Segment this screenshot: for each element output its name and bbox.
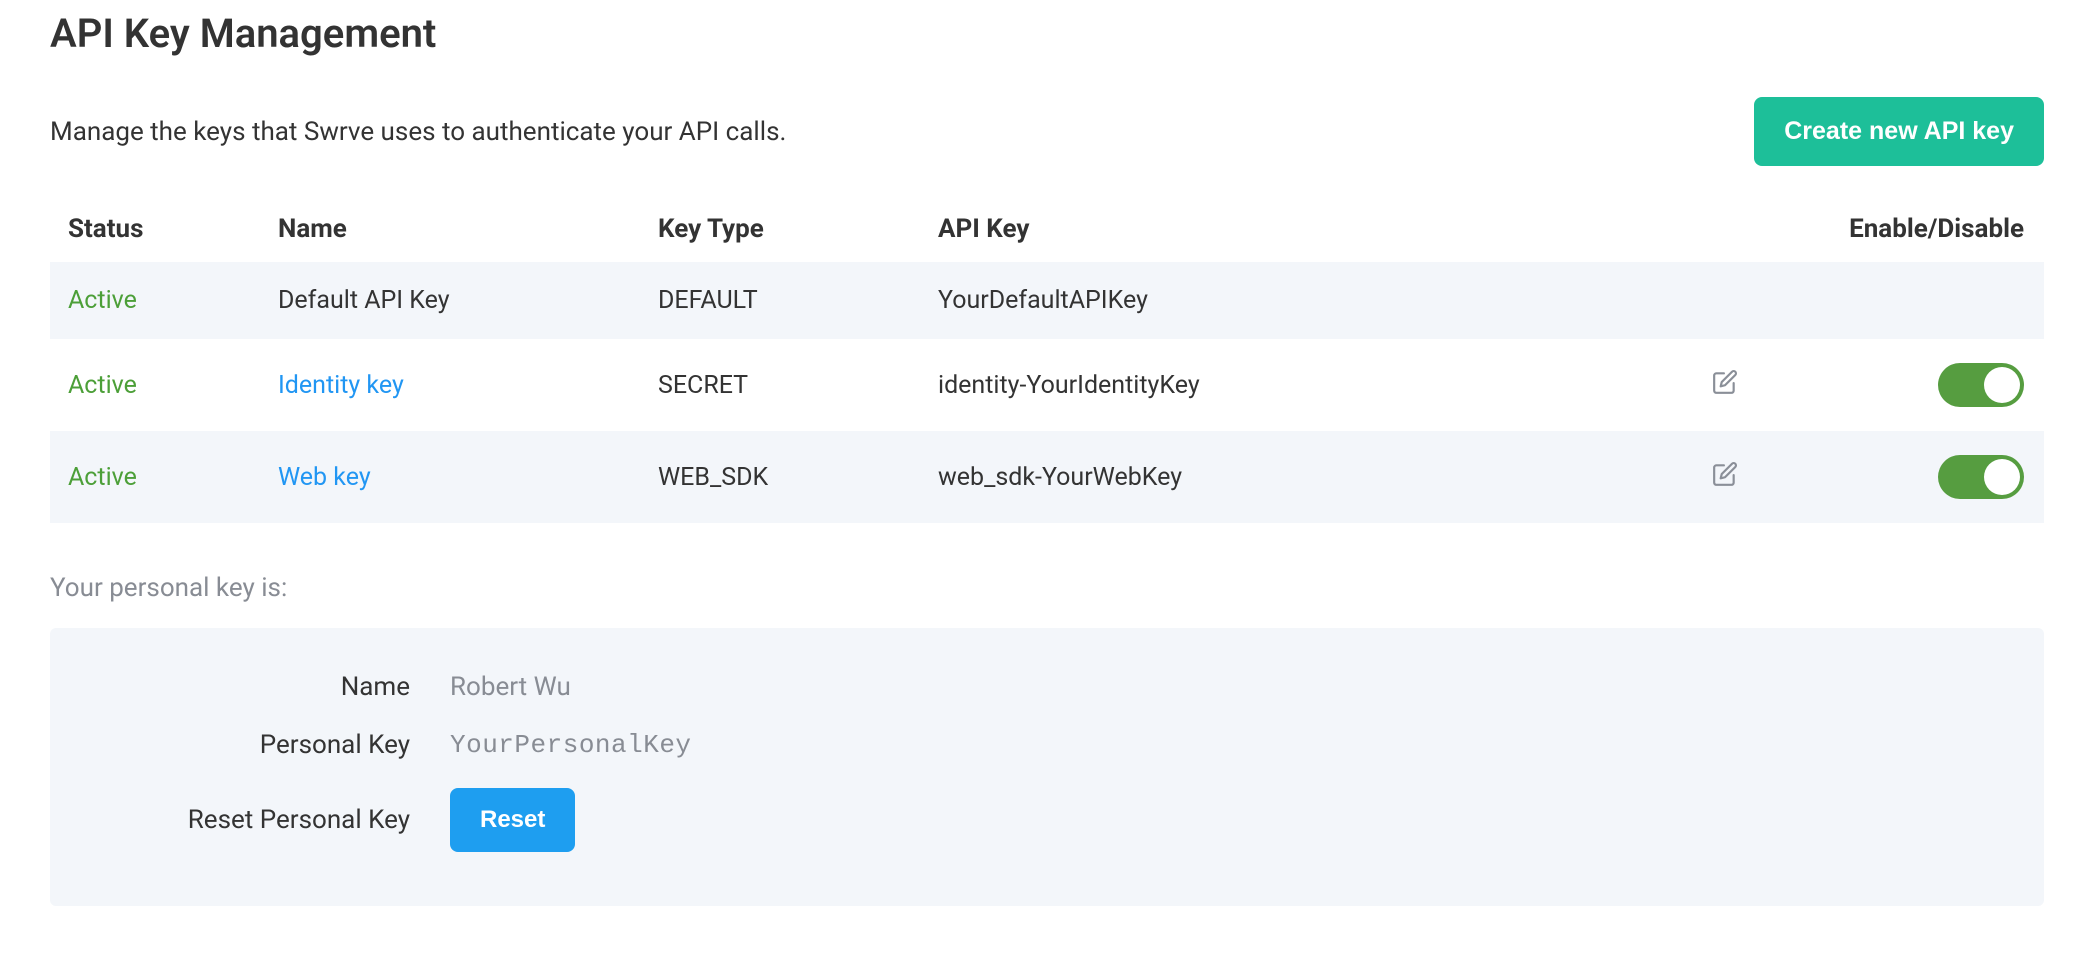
toggle-cell <box>1814 262 2044 339</box>
name-cell: Default API Key <box>260 262 640 339</box>
status-cell: Active <box>50 339 260 431</box>
table-row: ActiveDefault API KeyDEFAULTYourDefaultA… <box>50 262 2044 339</box>
personal-key-label: Personal Key <box>90 730 450 760</box>
name-cell[interactable]: Web key <box>260 431 640 523</box>
toggle-knob <box>1984 367 2020 403</box>
edit-icon[interactable] <box>1712 369 1738 395</box>
header-enable-disable: Enable/Disable <box>1814 196 2044 262</box>
personal-key-value: YourPersonalKey <box>450 730 692 760</box>
edit-cell <box>1694 431 1814 523</box>
status-cell: Active <box>50 262 260 339</box>
personal-key-section-label: Your personal key is: <box>50 573 2044 603</box>
edit-cell <box>1694 339 1814 431</box>
personal-key-panel: Name Robert Wu Personal Key YourPersonal… <box>50 628 2044 906</box>
api-key-management-page: API Key Management Manage the keys that … <box>0 0 2094 946</box>
personal-reset-value: Reset <box>450 788 575 852</box>
key-type-cell: DEFAULT <box>640 262 920 339</box>
header-key-type: Key Type <box>640 196 920 262</box>
api-key-cell: web_sdk-YourWebKey <box>920 431 1694 523</box>
key-type-cell: WEB_SDK <box>640 431 920 523</box>
header-name: Name <box>260 196 640 262</box>
key-type-cell: SECRET <box>640 339 920 431</box>
header-edit <box>1694 196 1814 262</box>
page-title: API Key Management <box>50 10 2044 57</box>
personal-reset-row: Reset Personal Key Reset <box>90 774 2004 866</box>
toggle-knob <box>1984 459 2020 495</box>
table-row: ActiveWeb keyWEB_SDKweb_sdk-YourWebKey <box>50 431 2044 523</box>
header-row: Manage the keys that Swrve uses to authe… <box>50 97 2044 166</box>
reset-button[interactable]: Reset <box>450 788 575 852</box>
page-subtitle: Manage the keys that Swrve uses to authe… <box>50 117 786 147</box>
header-api-key: API Key <box>920 196 1694 262</box>
personal-key-row: Personal Key YourPersonalKey <box>90 716 2004 774</box>
toggle-cell <box>1814 339 2044 431</box>
api-keys-table: Status Name Key Type API Key Enable/Disa… <box>50 196 2044 523</box>
toggle-cell <box>1814 431 2044 523</box>
header-status: Status <box>50 196 260 262</box>
personal-name-label: Name <box>90 672 450 702</box>
personal-name-row: Name Robert Wu <box>90 658 2004 716</box>
personal-name-value: Robert Wu <box>450 672 571 702</box>
api-key-cell: YourDefaultAPIKey <box>920 262 1694 339</box>
edit-cell <box>1694 262 1814 339</box>
enable-toggle[interactable] <box>1938 363 2024 407</box>
api-key-cell: identity-YourIdentityKey <box>920 339 1694 431</box>
edit-icon[interactable] <box>1712 461 1738 487</box>
personal-reset-label: Reset Personal Key <box>90 805 450 835</box>
create-api-key-button[interactable]: Create new API key <box>1754 97 2044 166</box>
status-cell: Active <box>50 431 260 523</box>
name-cell[interactable]: Identity key <box>260 339 640 431</box>
table-header-row: Status Name Key Type API Key Enable/Disa… <box>50 196 2044 262</box>
enable-toggle[interactable] <box>1938 455 2024 499</box>
table-row: ActiveIdentity keySECRETidentity-YourIde… <box>50 339 2044 431</box>
